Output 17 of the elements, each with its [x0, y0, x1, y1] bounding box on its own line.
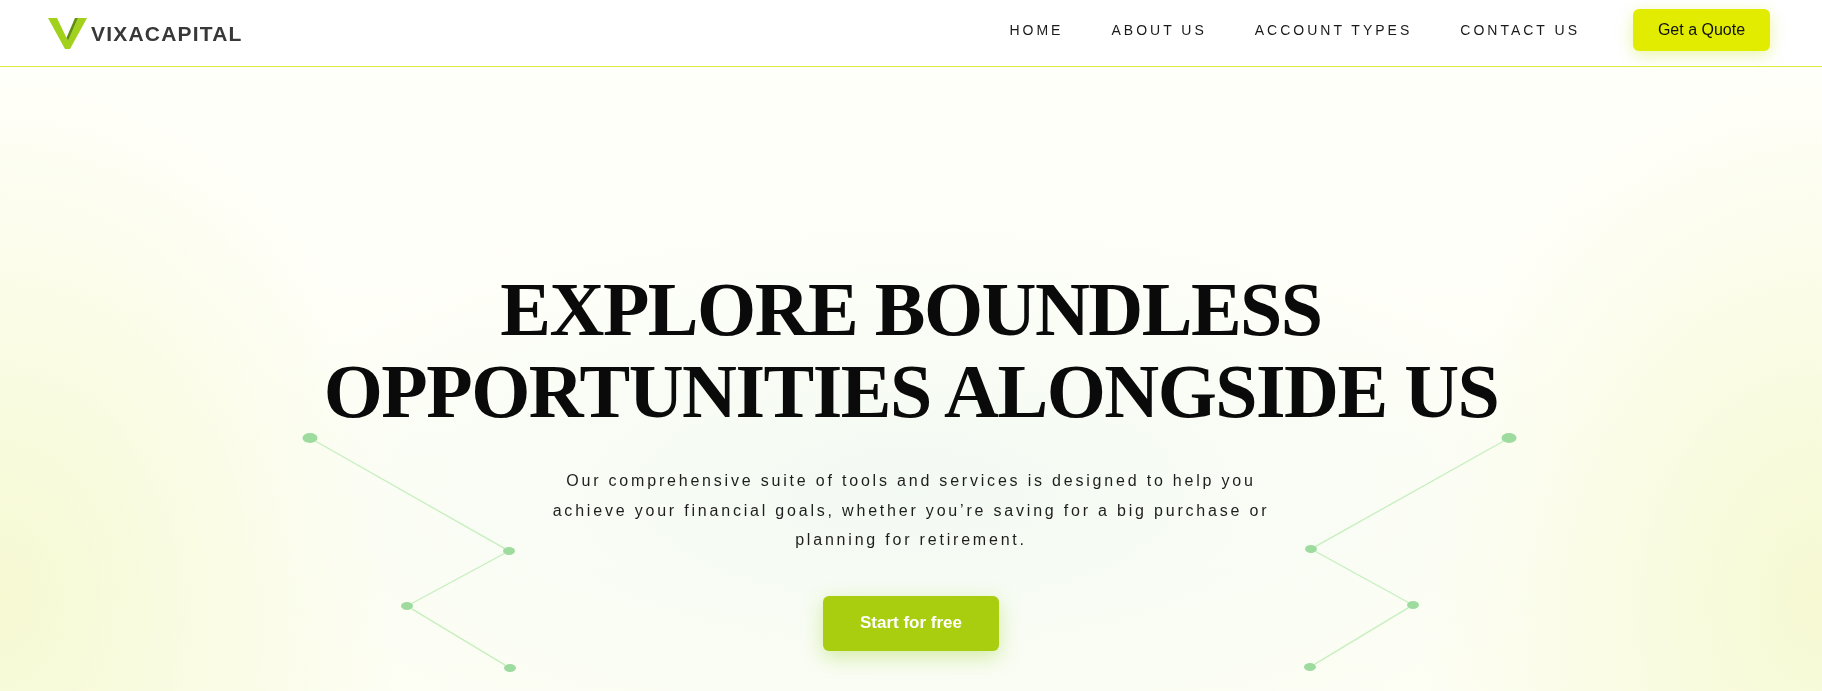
- logo-text: VIXACAPITAL: [91, 22, 243, 44]
- nav-link[interactable]: ABOUT US: [1111, 22, 1207, 38]
- node-dot-icon: [401, 602, 413, 610]
- node-dot-icon: [1407, 601, 1419, 609]
- hero-heading: EXPLORE BOUNDLESS OPPORTUNITIES ALONGSIDE US: [322, 268, 1500, 432]
- node-dot-icon: [302, 433, 318, 443]
- get-quote-button[interactable]: Get a Quote: [1633, 9, 1770, 51]
- nav-link[interactable]: HOME: [1009, 22, 1064, 38]
- node-dot-icon: [503, 547, 515, 555]
- node-dot-icon: [1501, 433, 1517, 443]
- node-dot-icon: [504, 664, 516, 672]
- nav-link[interactable]: ACCOUNT TYPES: [1254, 22, 1413, 38]
- nav-link[interactable]: CONTACT US: [1460, 22, 1580, 38]
- hero-description: Our comprehensive suite of tools and services is designed to help you achieve your financial goals, whether you’re saving for a big purchase or planning for retirement.: [551, 471, 1271, 550]
- node-dot-icon: [1304, 663, 1316, 671]
- v-logo-icon: [48, 17, 87, 49]
- node-dot-icon: [1305, 545, 1317, 553]
